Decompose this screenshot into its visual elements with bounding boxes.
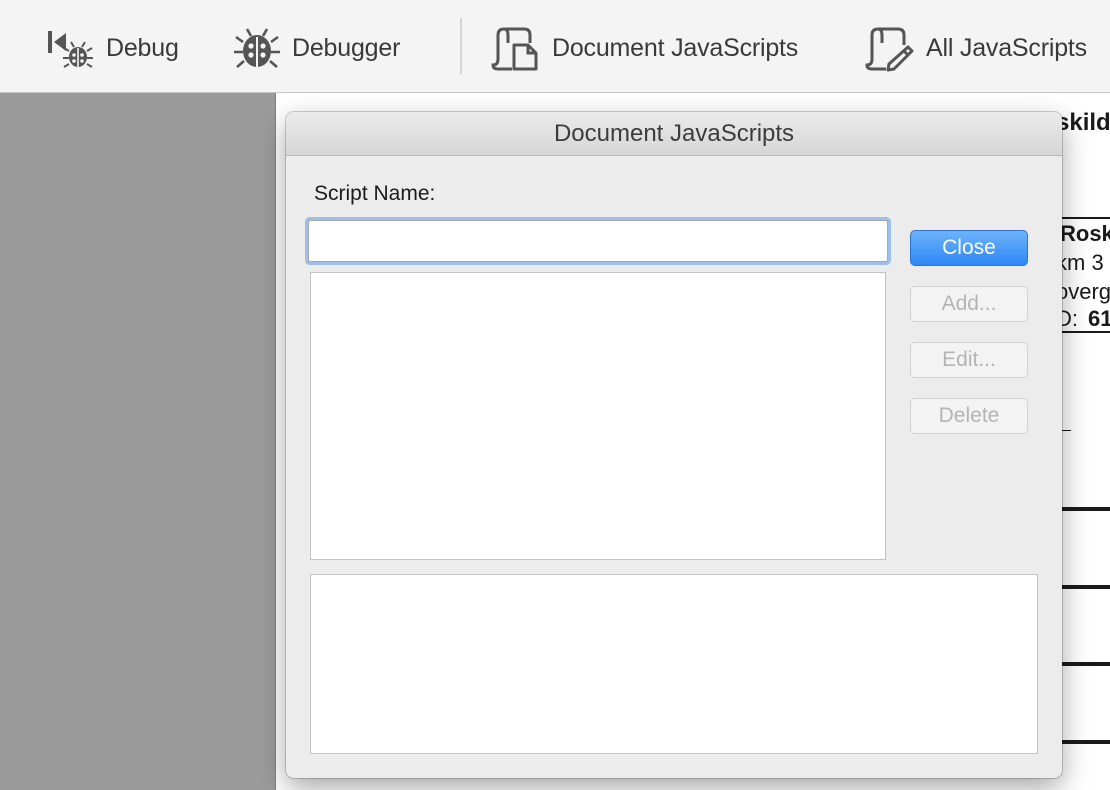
close-button[interactable]: Close bbox=[910, 230, 1028, 266]
bug-icon bbox=[234, 28, 280, 68]
toolbar: Debug Debugger Document JavaScripts All … bbox=[0, 0, 1110, 93]
script-name-label: Script Name: bbox=[314, 182, 436, 205]
add-button[interactable]: Add... bbox=[910, 286, 1028, 322]
document-javascripts-dialog: Document JavaScripts Script Name: Close … bbox=[286, 112, 1062, 778]
doc-rule bbox=[1061, 740, 1110, 744]
script-name-input[interactable] bbox=[308, 220, 888, 262]
doc-fragment: 61 bbox=[1088, 306, 1110, 331]
delete-button[interactable]: Delete bbox=[910, 398, 1028, 434]
all-javascripts-button[interactable]: All JavaScripts bbox=[864, 22, 1087, 74]
doc-rule bbox=[1061, 585, 1110, 589]
script-edit-icon bbox=[865, 27, 914, 72]
doc-rule bbox=[1061, 331, 1110, 333]
debug-label: Debug bbox=[106, 33, 179, 62]
doc-rule bbox=[1061, 430, 1071, 431]
edit-button[interactable]: Edit... bbox=[910, 342, 1028, 378]
document-script-icon bbox=[491, 27, 538, 71]
doc-fragment: km 3 bbox=[1056, 250, 1104, 275]
doc-rule bbox=[1061, 662, 1110, 666]
toolbar-separator bbox=[460, 18, 462, 74]
doc-rule bbox=[1061, 217, 1110, 219]
document-javascripts-button[interactable]: Document JavaScripts bbox=[490, 22, 798, 74]
doc-fragment: overg bbox=[1056, 279, 1110, 304]
dialog-title: Document JavaScripts bbox=[286, 112, 1062, 156]
doc-fragment: Rosk bbox=[1060, 221, 1110, 246]
document-javascripts-label: Document JavaScripts bbox=[552, 33, 799, 62]
script-preview-area[interactable] bbox=[310, 574, 1038, 754]
debug-button[interactable]: Debug bbox=[44, 22, 179, 74]
debug-step-icon bbox=[48, 31, 93, 68]
doc-rule bbox=[1061, 507, 1110, 511]
all-javascripts-label: All JavaScripts bbox=[926, 33, 1087, 62]
debugger-label: Debugger bbox=[292, 33, 401, 62]
script-list[interactable] bbox=[310, 272, 886, 560]
doc-fragment: skild bbox=[1056, 109, 1110, 136]
debugger-button[interactable]: Debugger bbox=[232, 22, 400, 74]
